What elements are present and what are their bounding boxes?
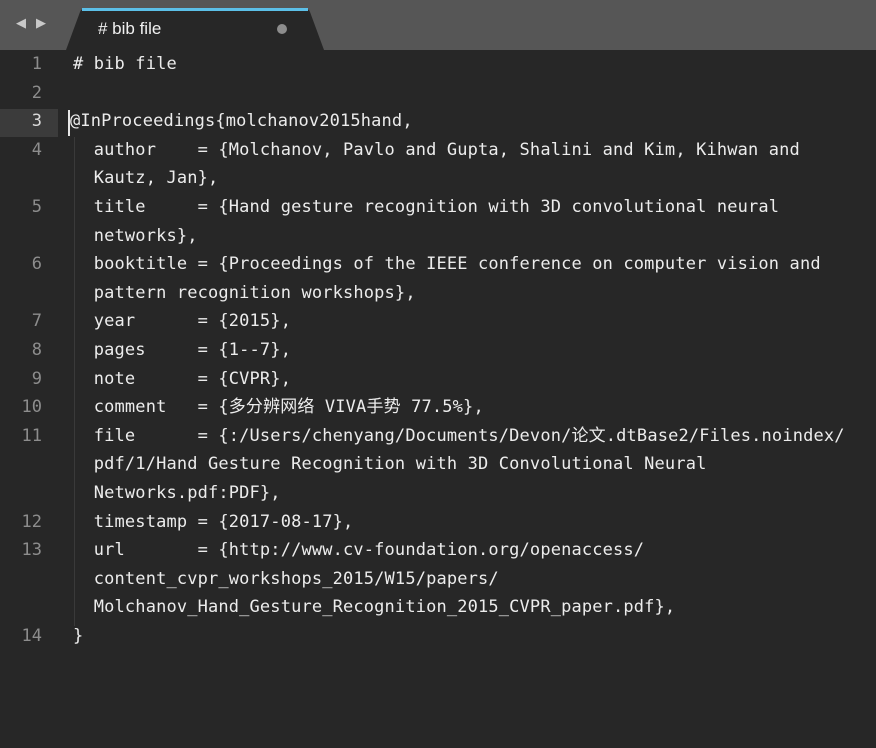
line-number: 7 (31, 311, 42, 332)
line-number: 13 (21, 540, 42, 561)
code-line[interactable]: pages = {1--7}, (73, 336, 291, 365)
code-line[interactable]: Networks.pdf:PDF}, (73, 479, 281, 508)
forward-arrow-icon[interactable]: ▶ (34, 16, 48, 32)
indent-guide (74, 137, 75, 626)
code-line[interactable]: content_cvpr_workshops_2015/W15/papers/ (73, 565, 499, 594)
line-number: 4 (31, 139, 42, 160)
line-number: 9 (31, 368, 42, 389)
line-number: 3 (31, 111, 42, 132)
code-line[interactable]: } (73, 622, 83, 651)
code-line[interactable]: timestamp = {2017-08-17}, (73, 508, 353, 537)
code-line[interactable]: booktitle = {Proceedings of the IEEE con… (73, 250, 821, 279)
code-line[interactable]: file = {:/Users/chenyang/Documents/Devon… (73, 422, 845, 451)
line-number: 10 (21, 397, 42, 418)
unsaved-dot-icon[interactable] (277, 24, 287, 34)
tab-bib-file[interactable]: # bib file (66, 8, 324, 50)
code-line[interactable]: # bib file (73, 50, 177, 79)
code-line[interactable]: author = {Molchanov, Pavlo and Gupta, Sh… (73, 136, 800, 165)
line-number: 14 (21, 626, 42, 646)
code-line[interactable]: pdf/1/Hand Gesture Recognition with 3D C… (73, 450, 707, 479)
code-line[interactable]: pattern recognition workshops}, (73, 279, 416, 308)
line-number: 8 (31, 340, 42, 360)
code-line[interactable]: note = {CVPR}, (73, 365, 291, 394)
line-number: 6 (31, 254, 42, 275)
tab-title: # bib file (98, 19, 162, 38)
code-line[interactable]: comment = {多分辨网络 VIVA手势 77.5%}, (73, 393, 484, 422)
code-line[interactable]: title = {Hand gesture recognition with 3… (73, 193, 779, 222)
editor-area[interactable]: 1 2 3 4 5 6 7 8 9 10 11 12 13 14 # bib file @InProceed… (0, 50, 876, 748)
code-line[interactable]: @InProceedings{molchanov2015hand, (70, 107, 413, 136)
editor-window: ◀ ▶ # bib file 1 2 3 4 5 6 7 8 9 10 11 12 13 14 # bib… (0, 0, 876, 748)
code-line[interactable]: Kautz, Jan}, (73, 164, 218, 193)
code-line[interactable]: Molchanov_Hand_Gesture_Recognition_2015_… (73, 593, 675, 622)
line-number: 2 (31, 82, 42, 103)
line-number: 12 (21, 511, 42, 532)
tab-bar: ◀ ▶ # bib file (0, 0, 876, 50)
line-number: 11 (21, 425, 42, 446)
line-number: 1 (31, 54, 42, 74)
line-number: 5 (31, 197, 42, 217)
code-line[interactable]: networks}, (73, 222, 198, 251)
code-line[interactable]: year = {2015}, (73, 307, 291, 336)
back-arrow-icon[interactable]: ◀ (14, 16, 28, 32)
code-line[interactable]: url = {http://www.cv-foundation.org/open… (73, 536, 644, 565)
text-caret (68, 110, 70, 136)
